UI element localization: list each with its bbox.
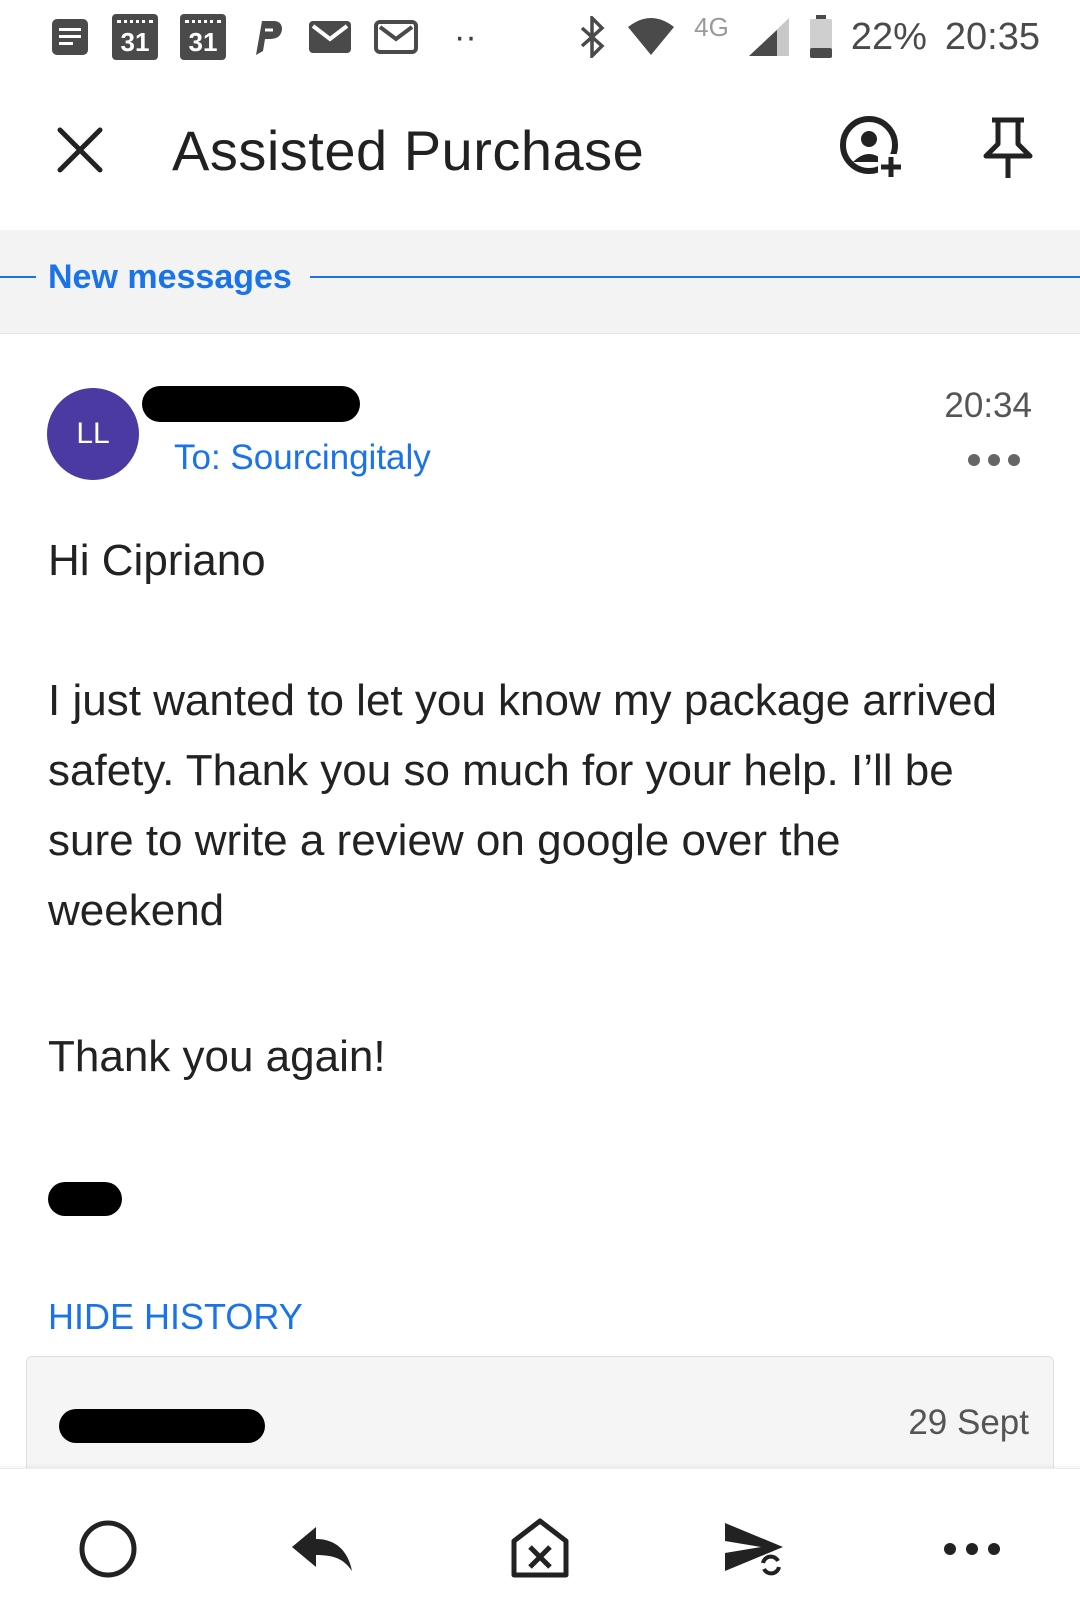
reply-button[interactable] (286, 1513, 358, 1585)
divider-line (0, 276, 36, 278)
send-again-button[interactable] (720, 1513, 792, 1585)
wifi-icon (626, 17, 676, 57)
forward-send-icon (725, 1523, 783, 1577)
mail-icon (374, 20, 418, 54)
history-message-card[interactable]: 29 Sept (26, 1356, 1054, 1476)
dot (968, 454, 980, 466)
reply-icon (292, 1527, 352, 1571)
history-sender-redacted (59, 1409, 265, 1443)
signal-icon (747, 16, 791, 58)
avatar[interactable]: LL (47, 388, 139, 480)
message-more-button[interactable] (968, 448, 1028, 472)
new-messages-divider: New messages (0, 230, 1080, 334)
bottom-action-bar (0, 1468, 1080, 1620)
conversation-title: Assisted Purchase (172, 119, 645, 182)
message-closing: Thank you again! (48, 1032, 386, 1081)
battery-icon (809, 15, 833, 59)
notes-icon (50, 17, 90, 57)
status-bar-system: 4G 22% 20:35 (578, 12, 1040, 62)
sender-name-redacted (142, 386, 360, 422)
dot (1008, 454, 1020, 466)
add-contact-button[interactable] (838, 114, 906, 182)
delete-button[interactable] (504, 1513, 576, 1585)
message-body: I just wanted to let you know my package… (48, 676, 997, 935)
overflow-dots: ·· (454, 17, 477, 56)
done-circle-icon (79, 1520, 137, 1578)
more-actions-button[interactable] (936, 1513, 1008, 1585)
pin-icon (983, 117, 1033, 178)
message-time: 20:34 (944, 386, 1032, 425)
calendar-icon: 31 (112, 14, 158, 60)
message-greeting: Hi Cipriano (48, 536, 266, 585)
conversation-toolbar: Assisted Purchase (0, 78, 1080, 228)
network-type: 4G (694, 11, 729, 42)
calendar-icon: 31 (180, 14, 226, 60)
mark-done-button[interactable] (72, 1513, 144, 1585)
battery-percent: 22% (850, 15, 927, 58)
add-contact-icon (840, 116, 904, 180)
new-messages-label: New messages (48, 258, 304, 297)
recipient-line[interactable]: To: Sourcingitaly (174, 438, 431, 478)
close-button[interactable] (52, 122, 108, 178)
signature-redacted (48, 1182, 122, 1216)
status-bar: 31 31 ·· 4G 22% 20:35 (0, 0, 1080, 74)
mail-icon (308, 20, 352, 54)
close-icon (57, 127, 103, 173)
status-bar-notifications: 31 31 ·· (50, 14, 477, 60)
hide-history-button[interactable]: HIDE HISTORY (48, 1296, 303, 1338)
paypal-icon (248, 17, 286, 57)
delete-message-icon (511, 1518, 569, 1578)
divider-line (310, 276, 1080, 278)
bluetooth-icon (578, 16, 608, 58)
pin-button[interactable] (978, 114, 1038, 182)
more-icon (944, 1543, 1000, 1555)
history-date: 29 Sept (908, 1403, 1029, 1442)
dot (988, 454, 1000, 466)
status-clock: 20:35 (944, 15, 1040, 58)
